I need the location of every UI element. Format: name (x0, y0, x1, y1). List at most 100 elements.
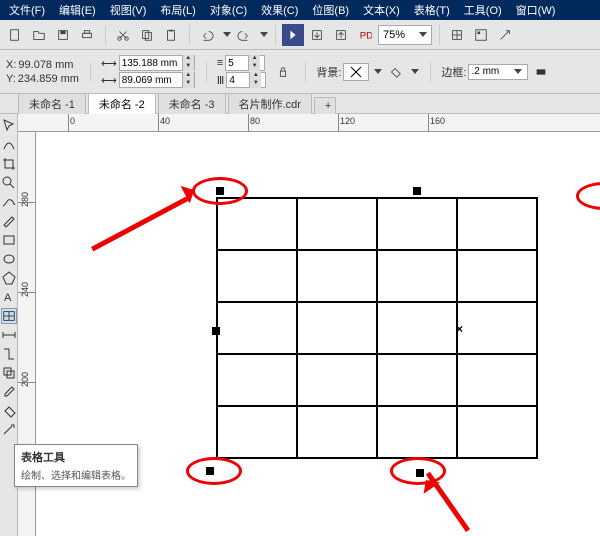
separator (270, 25, 276, 45)
spin-up[interactable]: ▲ (249, 72, 261, 80)
width-field[interactable]: ▲▼ (119, 55, 195, 71)
dimension-tool-icon[interactable] (1, 327, 17, 343)
tooltip: 表格工具 绘制、选择和编辑表格。 (14, 444, 138, 487)
paste-icon[interactable] (160, 24, 182, 46)
connector-tool-icon[interactable] (1, 346, 17, 362)
position-readout: X: 99.078 mm Y: 234.859 mm (6, 58, 79, 86)
spin-down[interactable]: ▼ (182, 80, 194, 88)
tab-doc-4[interactable]: 名片制作.cdr (228, 93, 312, 114)
print-icon[interactable] (76, 24, 98, 46)
table-object[interactable] (216, 197, 538, 459)
edge-field[interactable] (468, 64, 528, 80)
border-control: 边框: (441, 61, 552, 83)
background-control: 背景: (316, 61, 419, 83)
height-field[interactable]: ▲▼ (119, 72, 195, 88)
edge-label: 边框: (441, 64, 466, 80)
tab-doc-3[interactable]: 未命名 -3 (158, 93, 226, 114)
menu-file[interactable]: 文件(F) (2, 2, 52, 18)
rows-field[interactable]: ▲▼ (225, 55, 265, 71)
annotation-oval (186, 457, 242, 485)
svg-text:A: A (4, 292, 12, 304)
undo-dropdown[interactable] (223, 32, 231, 37)
menu-table[interactable]: 表格(T) (407, 2, 457, 18)
cols-input[interactable] (227, 75, 249, 86)
redo-dropdown[interactable] (260, 32, 268, 37)
lock-ratio-icon[interactable] (272, 61, 294, 83)
edge-input[interactable] (469, 66, 511, 77)
menu-text[interactable]: 文本(X) (356, 2, 407, 18)
menu-edit[interactable]: 编辑(E) (52, 2, 103, 18)
annotation-oval (576, 182, 600, 210)
crop-tool-icon[interactable] (1, 156, 17, 172)
spin-up[interactable]: ▲ (182, 72, 194, 80)
zoom-level[interactable]: 75% (378, 25, 432, 45)
effects-tool-icon[interactable] (1, 365, 17, 381)
eyedropper-tool-icon[interactable] (1, 384, 17, 400)
artistic-media-icon[interactable] (1, 213, 17, 229)
pick-tool-icon[interactable] (1, 118, 17, 134)
new-file-icon[interactable] (4, 24, 26, 46)
snap-icon[interactable] (446, 24, 468, 46)
ruler-horizontal[interactable]: 04080120160 (18, 114, 600, 132)
search-icon[interactable] (282, 24, 304, 46)
x-label: X: (6, 58, 16, 72)
launch-icon[interactable] (494, 24, 516, 46)
spin-down[interactable]: ▼ (248, 63, 260, 71)
annotation-arrow (91, 195, 190, 251)
y-label: Y: (6, 72, 16, 86)
selection-handle[interactable] (212, 327, 220, 335)
rows-icon: ≡ (217, 57, 223, 69)
size-inputs: ⟷▲▼ ⟷▲▼ (101, 55, 195, 88)
cut-icon[interactable] (112, 24, 134, 46)
polygon-tool-icon[interactable] (1, 270, 17, 286)
copy-icon[interactable] (136, 24, 158, 46)
chevron-down-icon[interactable] (374, 69, 382, 74)
fill-tool-icon[interactable] (1, 403, 17, 419)
menu-bar: 文件(F) 编辑(E) 视图(V) 布局(L) 对象(C) 效果(C) 位图(B… (0, 0, 600, 20)
spin-down[interactable]: ▼ (182, 63, 194, 71)
zoom-tool-icon[interactable] (1, 175, 17, 191)
table-tool-icon[interactable] (1, 308, 17, 324)
rectangle-tool-icon[interactable] (1, 232, 17, 248)
menu-object[interactable]: 对象(C) (203, 2, 254, 18)
spin-up[interactable]: ▲ (248, 55, 260, 63)
width-input[interactable] (120, 58, 182, 69)
fill-bucket-icon[interactable] (384, 61, 406, 83)
menu-window[interactable]: 窗口(W) (509, 2, 563, 18)
menu-bitmap[interactable]: 位图(B) (305, 2, 356, 18)
bg-fill-select[interactable] (343, 63, 369, 81)
table-dims: ≡▲▼ Ⅲ▲▼ (217, 55, 267, 88)
menu-tools[interactable]: 工具(O) (457, 2, 509, 18)
cols-icon: Ⅲ (217, 74, 225, 87)
import-icon[interactable] (306, 24, 328, 46)
save-icon[interactable] (52, 24, 74, 46)
menu-view[interactable]: 视图(V) (103, 2, 154, 18)
menu-layout[interactable]: 布局(L) (153, 2, 202, 18)
text-tool-icon[interactable]: A (1, 289, 17, 305)
selection-handle[interactable] (413, 187, 421, 195)
rows-input[interactable] (226, 58, 248, 69)
chevron-down-icon[interactable] (411, 69, 419, 74)
separator (201, 62, 207, 82)
menu-effects[interactable]: 效果(C) (254, 2, 305, 18)
ellipse-tool-icon[interactable] (1, 251, 17, 267)
border-style-icon[interactable] (530, 61, 552, 83)
spin-down[interactable]: ▼ (249, 80, 261, 88)
main-toolbar: PDF 75% (0, 20, 600, 50)
redo-icon[interactable] (233, 24, 255, 46)
outline-tool-icon[interactable] (1, 422, 17, 438)
options-icon[interactable] (470, 24, 492, 46)
open-file-icon[interactable] (28, 24, 50, 46)
cols-field[interactable]: ▲▼ (226, 72, 266, 88)
export-icon[interactable] (330, 24, 352, 46)
undo-icon[interactable] (196, 24, 218, 46)
tab-doc-1[interactable]: 未命名 -1 (18, 93, 86, 114)
publish-pdf-icon[interactable]: PDF (354, 24, 376, 46)
freehand-tool-icon[interactable] (1, 194, 17, 210)
tooltip-body: 绘制、选择和编辑表格。 (21, 467, 131, 482)
shape-tool-icon[interactable] (1, 137, 17, 153)
tab-add[interactable]: + (314, 97, 336, 114)
tab-doc-2[interactable]: 未命名 -2 (88, 93, 156, 114)
spin-up[interactable]: ▲ (182, 55, 194, 63)
height-input[interactable] (120, 75, 182, 86)
